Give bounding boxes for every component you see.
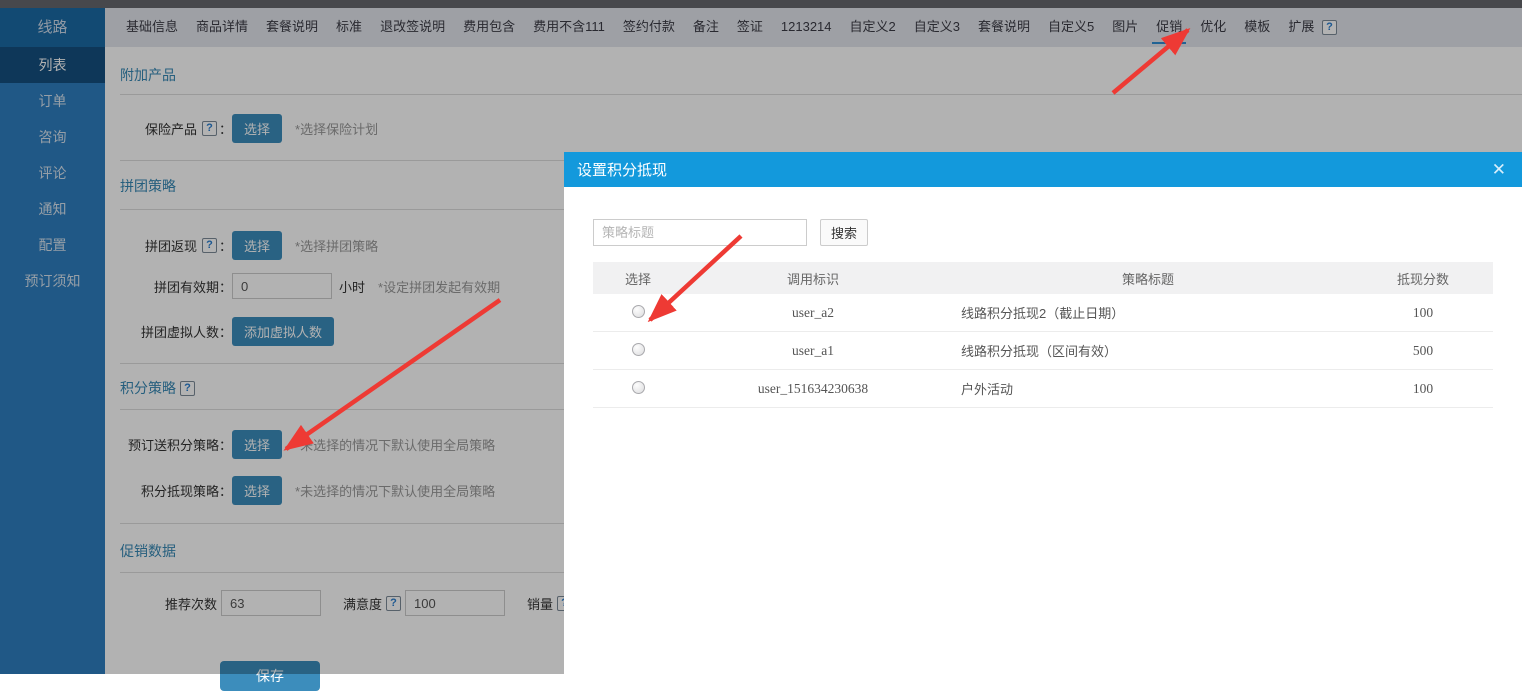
cell-score: 500 — [1353, 343, 1493, 359]
cell-strategy-title: 线路积分抵现（区间有效） — [943, 341, 1353, 360]
points-deduction-modal: 设置积分抵现 ✕ 搜索 选择 调用标识 策略标题 抵现分数 user_a2 线路… — [564, 152, 1522, 674]
modal-body: 搜索 选择 调用标识 策略标题 抵现分数 user_a2 线路积分抵现2（截止日… — [564, 187, 1522, 408]
cell-score: 100 — [1353, 305, 1493, 321]
radio-select[interactable] — [632, 381, 645, 394]
col-header-identifier: 调用标识 — [683, 269, 943, 288]
table-row: user_151634230638 户外活动 100 — [593, 370, 1493, 408]
modal-header: 设置积分抵现 ✕ — [564, 152, 1522, 187]
modal-title: 设置积分抵现 — [577, 159, 1492, 180]
cell-identifier: user_a2 — [683, 305, 943, 321]
col-header-select: 选择 — [593, 269, 683, 288]
cell-strategy-title: 线路积分抵现2（截止日期） — [943, 303, 1353, 322]
col-header-strategy-title: 策略标题 — [943, 269, 1353, 288]
search-button[interactable]: 搜索 — [820, 219, 868, 246]
close-icon[interactable]: ✕ — [1492, 161, 1506, 178]
col-header-score: 抵现分数 — [1353, 269, 1493, 288]
cell-strategy-title: 户外活动 — [943, 379, 1353, 398]
cell-identifier: user_151634230638 — [683, 381, 943, 397]
cell-score: 100 — [1353, 381, 1493, 397]
cell-identifier: user_a1 — [683, 343, 943, 359]
table-row: user_a1 线路积分抵现（区间有效） 500 — [593, 332, 1493, 370]
table-header-row: 选择 调用标识 策略标题 抵现分数 — [593, 262, 1493, 294]
strategy-table: 选择 调用标识 策略标题 抵现分数 user_a2 线路积分抵现2（截止日期） … — [593, 262, 1493, 408]
strategy-title-search-input[interactable] — [593, 219, 807, 246]
table-row: user_a2 线路积分抵现2（截止日期） 100 — [593, 294, 1493, 332]
search-row: 搜索 — [593, 219, 1522, 246]
radio-select[interactable] — [632, 305, 645, 318]
radio-select[interactable] — [632, 343, 645, 356]
